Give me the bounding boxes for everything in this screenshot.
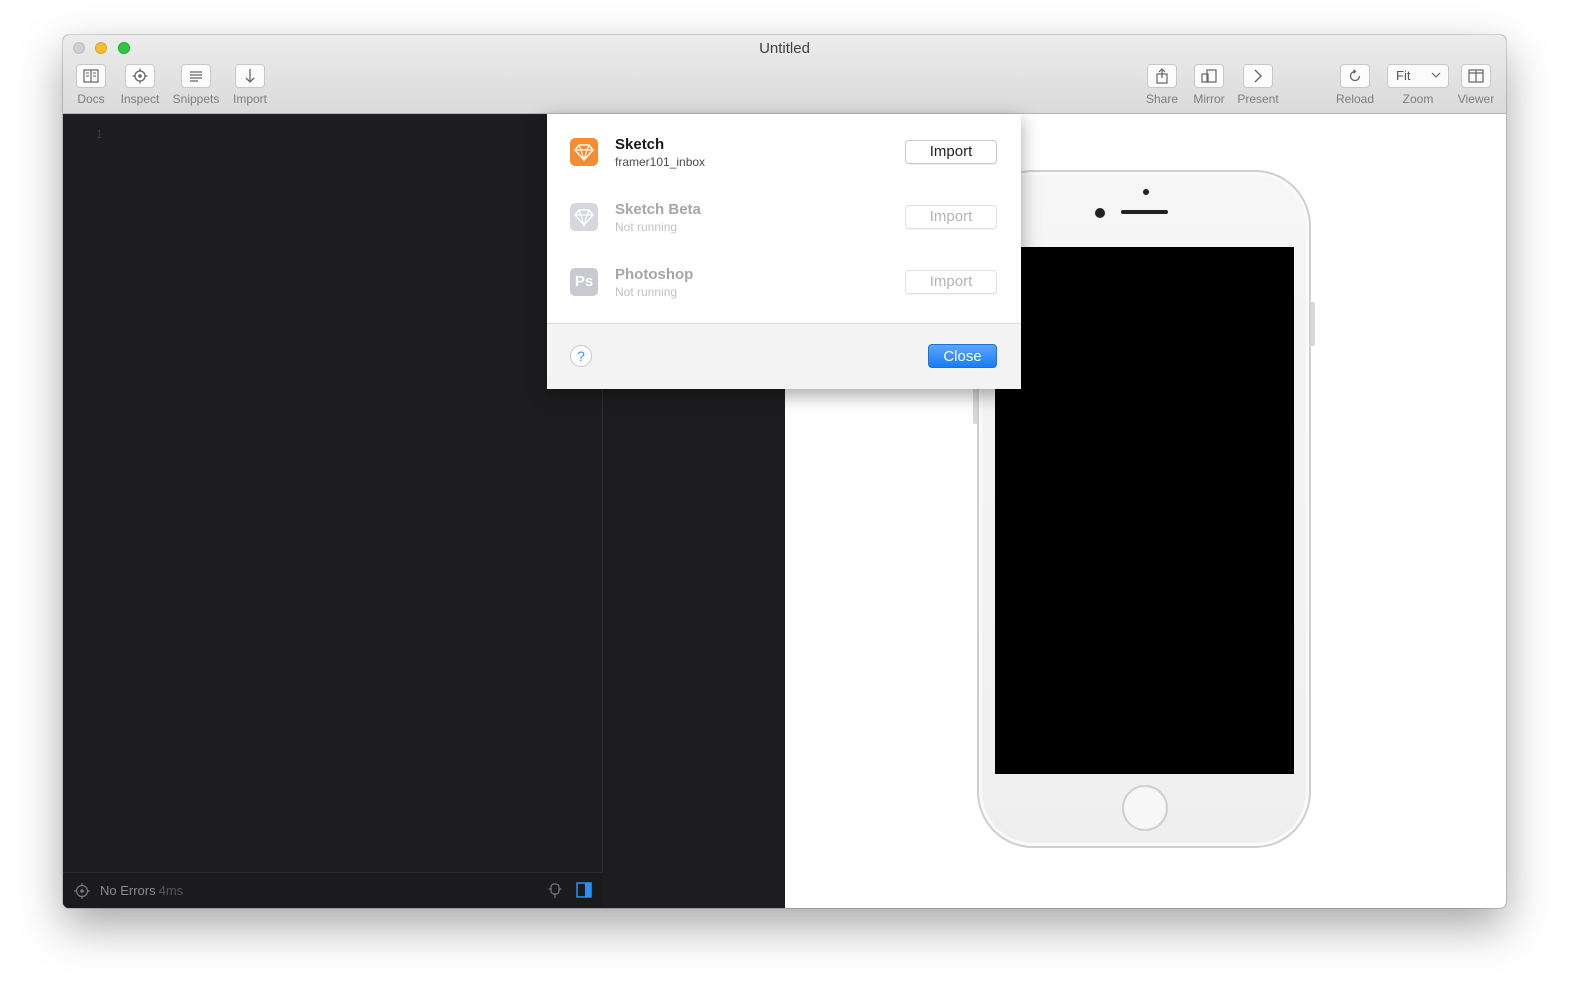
import-row-sketch-beta: Sketch Beta Not running Import bbox=[547, 181, 1021, 243]
import-sketch-button[interactable]: Import bbox=[905, 140, 997, 164]
app-subtitle: Not running bbox=[615, 220, 678, 234]
reload-button[interactable]: Reload bbox=[1325, 64, 1385, 106]
phone-screen[interactable] bbox=[995, 247, 1294, 774]
zoom-select[interactable]: Fit bbox=[1387, 64, 1449, 88]
share-icon bbox=[1147, 64, 1177, 88]
line-number: 1 bbox=[96, 128, 103, 141]
code-editor[interactable]: 1 No Errors 4ms bbox=[63, 114, 603, 908]
import-sheet: Sketch framer101_inbox Import Sketch Bet… bbox=[547, 114, 1021, 389]
debug-icon[interactable] bbox=[548, 881, 562, 899]
reload-icon bbox=[1340, 64, 1370, 88]
mirror-icon bbox=[1194, 64, 1224, 88]
inspect-icon bbox=[125, 64, 155, 88]
photoshop-icon: Ps bbox=[570, 268, 598, 296]
zoom-label: Zoom bbox=[1402, 92, 1434, 106]
toolbar: Untitled Docs Inspect Snippets Import Sh… bbox=[63, 35, 1506, 114]
snippets-label: Snippets bbox=[172, 92, 220, 106]
app-name: Sketch Beta bbox=[615, 201, 701, 218]
phone-sensor bbox=[1143, 189, 1149, 195]
import-row-sketch: Sketch framer101_inbox Import bbox=[547, 116, 1021, 178]
import-label: Import bbox=[232, 92, 267, 106]
chevron-down-icon bbox=[1431, 72, 1441, 78]
phone-speaker bbox=[1121, 210, 1168, 214]
app-subtitle: Not running bbox=[615, 285, 678, 299]
present-label: Present bbox=[1237, 92, 1279, 106]
status-bar: No Errors 4ms bbox=[63, 872, 603, 908]
viewer-icon bbox=[1461, 64, 1491, 88]
import-icon bbox=[235, 64, 265, 88]
status-time: 4ms bbox=[158, 883, 184, 898]
sketch-beta-icon bbox=[570, 203, 598, 231]
zoom-value: Fit bbox=[1396, 68, 1411, 83]
home-button[interactable] bbox=[1122, 785, 1168, 831]
inspect-label: Inspect bbox=[120, 92, 160, 106]
reload-label: Reload bbox=[1335, 92, 1375, 106]
present-icon bbox=[1243, 64, 1273, 88]
import-sketch-beta-button[interactable]: Import bbox=[905, 205, 997, 229]
zoom-control[interactable]: Fit Zoom bbox=[1385, 64, 1451, 106]
snippets-icon bbox=[181, 64, 211, 88]
status-errors: No Errors bbox=[100, 883, 156, 898]
app-subtitle: framer101_inbox bbox=[615, 155, 706, 169]
docs-icon bbox=[76, 64, 106, 88]
viewer-button[interactable]: Viewer bbox=[1446, 64, 1506, 106]
status-text: No Errors 4ms bbox=[100, 883, 183, 898]
import-photoshop-button[interactable]: Import bbox=[905, 270, 997, 294]
app-name: Photoshop bbox=[615, 266, 694, 283]
help-button[interactable]: ? bbox=[570, 345, 592, 367]
phone-side-button bbox=[1311, 302, 1315, 346]
iphone-frame bbox=[977, 170, 1311, 848]
present-button[interactable]: Present bbox=[1228, 64, 1288, 106]
import-row-photoshop: Ps Photoshop Not running Import bbox=[547, 246, 1021, 308]
phone-camera bbox=[1095, 208, 1105, 218]
crosshair-icon[interactable] bbox=[73, 882, 91, 900]
app-window: Untitled Docs Inspect Snippets Import Sh… bbox=[63, 35, 1506, 908]
close-button[interactable]: Close bbox=[928, 344, 997, 368]
snippets-button[interactable]: Snippets bbox=[166, 64, 226, 106]
inspect-button[interactable]: Inspect bbox=[110, 64, 170, 106]
panel-toggle-icon[interactable] bbox=[576, 882, 592, 898]
import-toolbar-button[interactable]: Import bbox=[220, 64, 280, 106]
viewer-label: Viewer bbox=[1457, 92, 1495, 106]
sheet-footer: ? Close bbox=[547, 323, 1021, 389]
window-title: Untitled bbox=[759, 40, 810, 57]
app-name: Sketch bbox=[615, 136, 665, 153]
sketch-icon bbox=[570, 138, 598, 166]
